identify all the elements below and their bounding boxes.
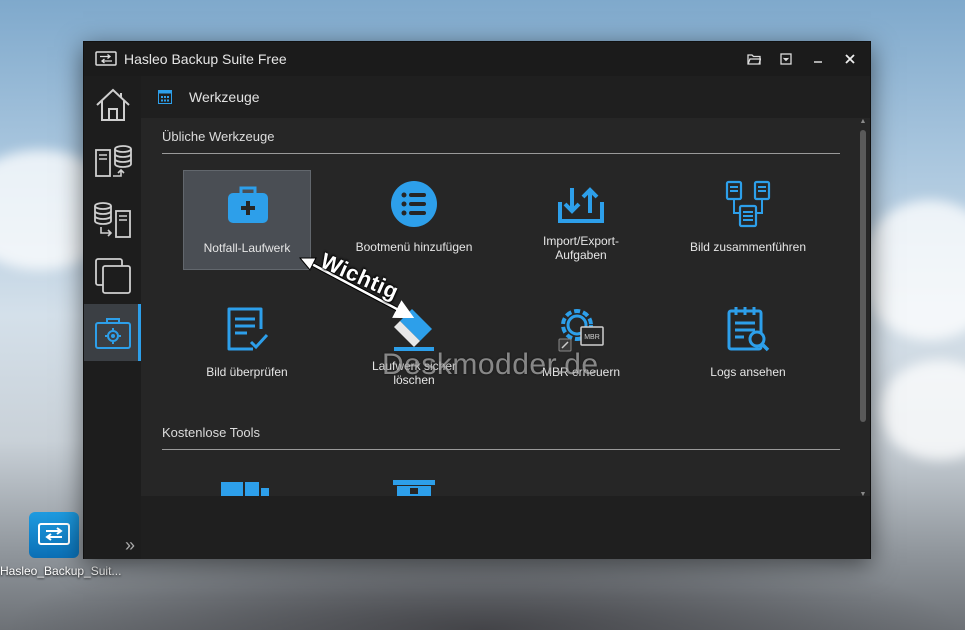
tool-logs-ansehen[interactable]: Logs ansehen — [684, 295, 812, 395]
close-button[interactable] — [834, 42, 866, 76]
vertical-scrollbar[interactable]: ▲ ▼ — [859, 118, 867, 500]
section-title-common: Übliche Werkzeuge — [162, 129, 275, 144]
minimize-button[interactable] — [802, 42, 834, 76]
check-document-icon — [223, 305, 271, 353]
window-title: Hasleo Backup Suite Free — [124, 51, 287, 67]
home-icon — [95, 88, 130, 121]
cloud — [880, 360, 965, 460]
medical-kit-icon — [224, 181, 272, 229]
merge-images-icon — [724, 180, 772, 228]
sidebar-item-clone[interactable] — [84, 247, 141, 304]
page-title: Werkzeuge — [189, 89, 260, 105]
tools-panel[interactable]: Übliche Werkzeuge Notfall-Laufwerk Bootm… — [141, 118, 870, 496]
tool-label: Laufwerk sicher löschen — [371, 359, 457, 387]
sidebar-item-restore[interactable] — [84, 190, 141, 247]
title-bar[interactable]: Hasleo Backup Suite Free — [84, 42, 870, 76]
tools-grid-icon — [158, 90, 172, 104]
free-tool-partition-icon[interactable] — [221, 480, 271, 496]
tool-import-export[interactable]: Import/Export-Aufgaben — [517, 170, 645, 270]
close-icon — [845, 54, 855, 64]
main-content: Werkzeuge Übliche Werkzeuge Notfall-Lauf… — [141, 76, 870, 559]
tool-label: Bild zusammenführen — [689, 240, 807, 254]
svg-text:MBR: MBR — [584, 334, 600, 341]
menu-box-icon — [780, 53, 792, 65]
page-header: Werkzeuge — [141, 76, 870, 118]
cloud — [860, 200, 965, 340]
tool-label: MBR erneuern — [541, 365, 621, 379]
folder-icon — [747, 54, 761, 65]
sidebar-item-home[interactable] — [84, 76, 141, 133]
section-title-free: Kostenlose Tools — [162, 425, 261, 440]
sidebar-expand-button[interactable]: » — [120, 535, 140, 555]
tool-label: Bild überprüfen — [206, 365, 288, 379]
section-divider — [162, 153, 840, 154]
app-logo-icon — [94, 50, 118, 68]
scroll-up-arrow-icon[interactable]: ▲ — [859, 118, 867, 126]
app-window: Hasleo Backup Suite Free » Werkzeuge Übl… — [83, 41, 871, 559]
tool-label: Import/Export-Aufgaben — [542, 234, 620, 262]
tool-mbr-erneuern[interactable]: MBR MBR erneuern — [517, 295, 645, 395]
toolbox-icon — [94, 317, 131, 349]
sidebar-item-tools[interactable] — [84, 304, 141, 361]
tool-bild-ueberpruefen[interactable]: Bild überprüfen — [183, 295, 311, 395]
section-divider — [162, 449, 840, 450]
desktop-shortcut-label: Hasleo_Backup_Suit... — [0, 564, 122, 578]
sidebar: » — [84, 76, 141, 559]
open-folder-button[interactable] — [738, 42, 770, 76]
clone-icon — [94, 257, 131, 294]
tool-bild-zusammenfuehren[interactable]: Bild zusammenführen — [684, 170, 812, 270]
list-icon — [390, 180, 438, 228]
tool-bootmenu-hinzufuegen[interactable]: Bootmenü hinzufügen — [350, 170, 478, 270]
tool-laufwerk-sicher-loeschen[interactable]: Laufwerk sicher löschen — [350, 295, 478, 395]
bottom-area — [141, 496, 870, 559]
menu-button[interactable] — [770, 42, 802, 76]
sidebar-item-backup[interactable] — [84, 133, 141, 190]
logs-icon — [724, 305, 772, 353]
free-tool-toolbox-icon[interactable] — [393, 478, 435, 496]
tool-label: Notfall-Laufwerk — [203, 241, 291, 255]
minimize-icon — [814, 61, 822, 63]
import-export-icon — [557, 180, 605, 228]
tool-notfall-laufwerk[interactable]: Notfall-Laufwerk — [183, 170, 311, 270]
tool-label: Logs ansehen — [710, 365, 786, 379]
eraser-icon — [390, 305, 438, 353]
restore-icon — [93, 201, 131, 238]
backup-icon — [94, 144, 132, 177]
mbr-gear-icon: MBR — [557, 305, 605, 353]
hasleo-app-icon — [29, 512, 79, 558]
tool-label: Bootmenü hinzufügen — [355, 240, 473, 254]
scroll-thumb[interactable] — [860, 130, 866, 422]
